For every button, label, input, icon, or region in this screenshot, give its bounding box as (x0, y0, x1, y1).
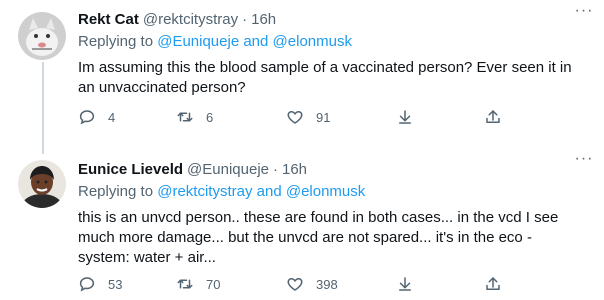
author-name[interactable]: Eunice Lieveld (78, 160, 183, 180)
tweet-text-line: an unvaccinated person? (78, 79, 246, 96)
like-count: 398 (316, 276, 338, 292)
reply-icon (78, 108, 96, 126)
mention-link[interactable]: @elonmusk (286, 183, 365, 200)
timestamp[interactable]: 16h (251, 10, 276, 30)
tweet-rekt-cat[interactable]: Rekt Cat @rektcitystray · 16h Replying t… (0, 0, 604, 154)
tweet-text-line: much more damage... but the unvcd are no… (78, 229, 532, 246)
reply-count: 4 (108, 109, 116, 125)
share-icon (396, 275, 414, 293)
like-button[interactable]: 91 (286, 108, 330, 126)
tweet-actions: 4 6 91 (78, 108, 518, 128)
tweet-header: Rekt Cat @rektcitystray · 16h (78, 10, 588, 30)
retweet-button[interactable]: 70 (176, 275, 220, 293)
mention-link[interactable]: @elonmusk (273, 33, 352, 50)
thread-line (42, 62, 44, 154)
avatar[interactable] (18, 12, 66, 60)
more-horizontal-icon[interactable]: ··· (574, 151, 594, 172)
upload-icon (484, 108, 502, 126)
replying-to: Replying to @Euniqueje and @elonmusk (78, 32, 588, 52)
like-count: 91 (316, 109, 331, 125)
tweet-actions: 53 70 398 (78, 275, 518, 295)
heart-icon (286, 275, 304, 293)
upload-button[interactable] (484, 108, 502, 126)
avatar[interactable] (18, 160, 66, 208)
mention-link[interactable]: @Euniqueje (157, 33, 239, 50)
replying-prefix: Replying to (78, 33, 154, 50)
retweet-button[interactable]: 6 (176, 108, 213, 126)
replying-to: Replying to @rektcitystray and @elonmusk (78, 182, 588, 202)
replying-and[interactable]: and (243, 33, 268, 50)
reply-count: 53 (108, 276, 123, 292)
share-icon (396, 108, 414, 126)
reply-button[interactable]: 53 (78, 275, 122, 293)
share-button[interactable] (396, 108, 414, 126)
timestamp[interactable]: 16h (282, 160, 307, 180)
like-button[interactable]: 398 (286, 275, 338, 293)
tweet-text-line: this is an unvcd person.. these are foun… (78, 209, 559, 226)
replying-and[interactable]: and (257, 183, 282, 200)
retweet-icon (176, 108, 194, 126)
tweet-body: Rekt Cat @rektcitystray · 16h Replying t… (78, 10, 588, 125)
author-handle[interactable]: @rektcitystray (143, 10, 238, 30)
heart-icon (286, 108, 304, 126)
tweet-body: Eunice Lieveld @Euniqueje · 16h Replying… (78, 160, 588, 292)
more-horizontal-icon[interactable]: ··· (574, 3, 594, 24)
separator: · (242, 11, 248, 28)
tweet-text-line: Im assuming this the blood sample of a v… (78, 59, 572, 76)
tweet-eunice-lieveld[interactable]: Eunice Lieveld @Euniqueje · 16h Replying… (0, 150, 604, 300)
share-button[interactable] (396, 275, 414, 293)
tweet-text: Im assuming this the blood sample of a v… (78, 58, 578, 98)
retweet-count: 70 (206, 276, 221, 292)
author-name[interactable]: Rekt Cat (78, 10, 139, 30)
author-handle[interactable]: @Euniqueje (187, 160, 269, 180)
retweet-count: 6 (206, 109, 214, 125)
reply-button[interactable]: 4 (78, 108, 115, 126)
reply-icon (78, 275, 96, 293)
mention-link[interactable]: @rektcitystray (157, 183, 252, 200)
retweet-icon (176, 275, 194, 293)
separator: · (273, 161, 278, 178)
upload-button[interactable] (484, 275, 502, 293)
replying-prefix: Replying to (78, 183, 154, 200)
tweet-header: Eunice Lieveld @Euniqueje · 16h (78, 160, 588, 180)
tweet-text: this is an unvcd person.. these are foun… (78, 208, 578, 268)
upload-icon (484, 275, 502, 293)
tweet-text-line: system: water + air... (78, 249, 216, 266)
